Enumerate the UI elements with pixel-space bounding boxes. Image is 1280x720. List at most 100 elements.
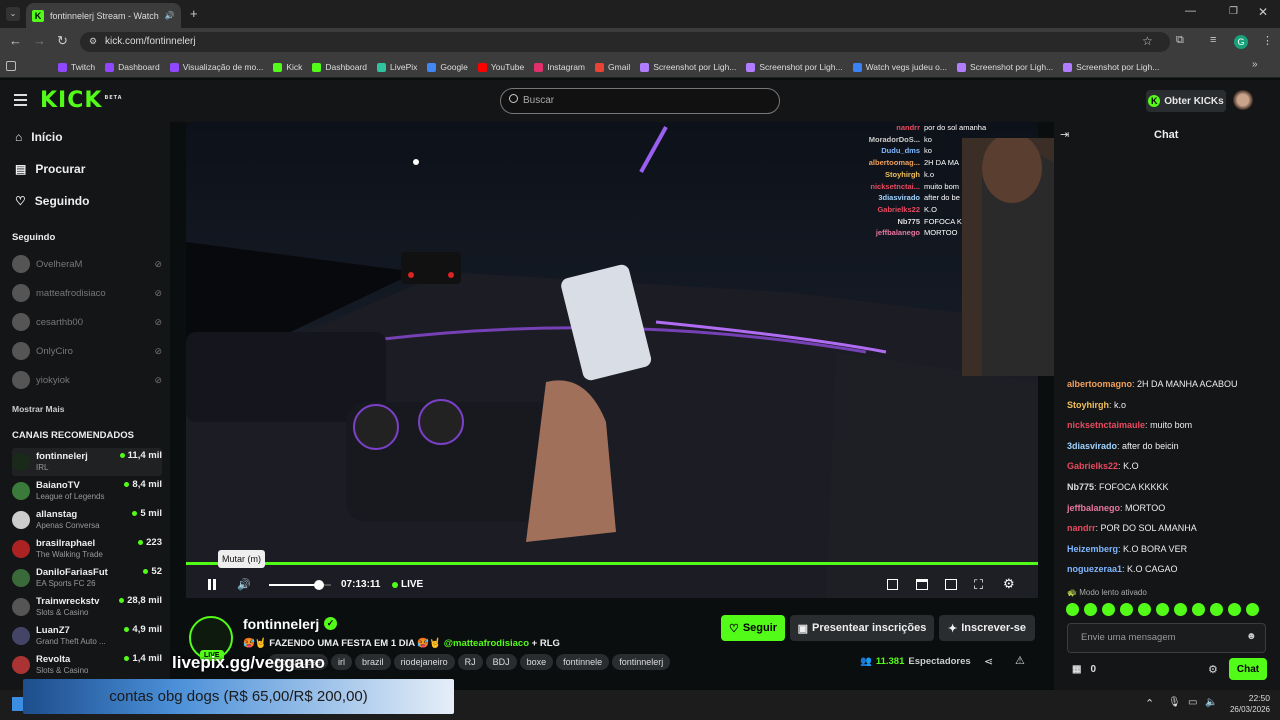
emote-icon[interactable] xyxy=(1228,603,1241,616)
bookmark-item[interactable]: Google xyxy=(427,62,468,72)
emote-icon[interactable] xyxy=(1066,603,1079,616)
date[interactable]: 26/03/2026 xyxy=(1226,705,1270,714)
speaker-icon[interactable]: 🔈 xyxy=(1205,697,1217,708)
network-icon[interactable]: ▭ xyxy=(1188,697,1197,708)
volume-icon[interactable]: 🔊 xyxy=(237,578,251,591)
settings-gear-icon[interactable]: ⚙ xyxy=(1003,576,1015,592)
show-more-link[interactable]: Mostrar Mais xyxy=(12,404,64,414)
emote-icon[interactable] xyxy=(1138,603,1151,616)
bookmark-item[interactable]: LivePix xyxy=(376,62,417,72)
following-item[interactable]: matteafrodisiaco ⊘ xyxy=(12,282,162,304)
chat-username[interactable]: Stoyhirgh xyxy=(1067,400,1109,410)
chat-username[interactable]: jeffbalanego xyxy=(1067,503,1120,513)
forward-icon[interactable]: → xyxy=(33,33,46,48)
browser-tab[interactable]: K fontinnelerj Stream - Watch 🔊 ✕ xyxy=(26,3,181,28)
obter-kicks-button[interactable]: K Obter KICKs xyxy=(1146,90,1226,112)
microphone-icon[interactable]: 🎙 xyxy=(1168,697,1181,708)
following-item[interactable]: OnlyCiro ⊘ xyxy=(12,340,162,362)
follow-button[interactable]: ♡ Seguir xyxy=(721,615,785,641)
emote-icon[interactable] xyxy=(1102,603,1115,616)
recommended-channel[interactable]: Trainwreckstv Slots & Casino 28,8 mil xyxy=(12,593,162,621)
stream-tag[interactable]: brazil xyxy=(355,654,391,670)
bookmark-item[interactable]: Screenshot por Ligh... xyxy=(957,62,1053,72)
emote-icon[interactable] xyxy=(1156,603,1169,616)
channel-name[interactable]: fontinnelerj xyxy=(243,616,319,632)
emote-icon[interactable] xyxy=(1246,603,1259,616)
tray-chevron-icon[interactable]: ⌃ xyxy=(1145,697,1154,710)
user-avatar[interactable] xyxy=(1233,90,1253,110)
browser-menu-icon[interactable]: ⋮ xyxy=(1262,34,1273,47)
clip-icon[interactable] xyxy=(945,579,957,590)
bookmark-item[interactable]: Kick xyxy=(273,62,302,72)
profile-avatar[interactable]: G xyxy=(1234,35,1248,49)
bookmark-item[interactable]: Visualização de mo... xyxy=(169,62,263,72)
bookmark-item[interactable]: Screenshot por Ligh... xyxy=(746,62,843,72)
following-item[interactable]: cesarthb00 ⊘ xyxy=(12,311,162,333)
recommended-channel[interactable]: fontinnelerj IRL 11,4 mil xyxy=(12,448,162,476)
stream-tag[interactable]: fontinnele xyxy=(556,654,610,670)
emote-icon[interactable] xyxy=(1210,603,1223,616)
bookmark-item[interactable]: Instagram xyxy=(534,62,585,72)
tab-audio-icon[interactable]: 🔊 xyxy=(165,11,175,20)
recommended-channel[interactable]: BaianoTV League of Legends 8,4 mil xyxy=(12,477,162,505)
recommended-channel[interactable]: allanstag Apenas Conversa 5 mil xyxy=(12,506,162,534)
stream-tag[interactable]: fontinnelerj xyxy=(612,654,671,670)
chat-username[interactable]: Heizemberg xyxy=(1067,544,1118,554)
pip-icon[interactable] xyxy=(916,579,928,590)
emoji-icon[interactable]: ☻ xyxy=(1246,631,1257,642)
emote-icon[interactable] xyxy=(1174,603,1187,616)
bookmark-item[interactable]: Watch vegs judeu o... xyxy=(852,62,947,72)
chat-send-button[interactable]: Chat xyxy=(1229,658,1267,680)
theater-mode-icon[interactable] xyxy=(887,579,898,590)
following-item[interactable]: OvelheraM ⊘ xyxy=(12,253,162,275)
nav-browse[interactable]: ▤ Procurar xyxy=(15,162,85,176)
volume-slider[interactable] xyxy=(269,580,331,590)
subscribe-button[interactable]: ✦ Inscrever-se xyxy=(939,615,1035,641)
recommended-channel[interactable]: LuanZ7 Grand Theft Auto ... 4,9 mil xyxy=(12,622,162,650)
chat-username[interactable]: nandrr xyxy=(1067,523,1096,533)
bookmark-item[interactable]: Dashboard xyxy=(312,62,367,72)
channel-points[interactable]: ▦ 0 xyxy=(1072,664,1096,675)
new-tab-button[interactable]: + xyxy=(190,6,198,21)
chat-settings-icon[interactable]: ⚙ xyxy=(1208,663,1218,676)
extensions-icon[interactable]: ⧉ xyxy=(1176,34,1184,47)
stream-tag[interactable]: BDJ xyxy=(485,654,517,670)
bookmark-item[interactable]: Twitch xyxy=(58,62,95,72)
bookmark-item[interactable]: YouTube xyxy=(477,62,524,72)
media-control-icon[interactable]: ≡ xyxy=(1210,34,1216,46)
bookmark-item[interactable]: Gmail xyxy=(595,62,630,72)
more-bookmarks-icon[interactable]: » xyxy=(1252,59,1258,70)
menu-icon[interactable] xyxy=(14,94,27,106)
stream-mention[interactable]: @matteafrodisiaco xyxy=(444,638,529,649)
collapse-chat-icon[interactable]: ⇥ xyxy=(1060,128,1069,141)
chat-username[interactable]: Nb775 xyxy=(1067,482,1094,492)
stream-tag[interactable]: boxe xyxy=(519,654,554,670)
bookmark-star-icon[interactable]: ☆ xyxy=(1142,34,1153,48)
search-input[interactable]: Buscar xyxy=(500,88,780,114)
bookmark-item[interactable]: Screenshot por Ligh... xyxy=(640,62,736,72)
recommended-channel[interactable]: brasilraphael The Walking Trade 223 xyxy=(12,535,162,563)
minimize-button[interactable]: — xyxy=(1185,5,1196,17)
stream-tag[interactable]: irl xyxy=(331,654,353,670)
stream-tag[interactable]: RJ xyxy=(457,654,483,670)
share-icon[interactable]: ⋖ xyxy=(984,655,993,668)
back-icon[interactable]: ← xyxy=(9,33,22,48)
following-item[interactable]: yiokyiok ⊘ xyxy=(12,369,162,391)
bookmark-item[interactable]: Screenshot por Ligh... xyxy=(1063,62,1159,72)
chat-username[interactable]: 3diasvirado xyxy=(1067,441,1117,451)
clock[interactable]: 22:50 xyxy=(1242,693,1270,703)
kick-logo[interactable]: KICK BETA xyxy=(40,88,123,113)
tab-list-button[interactable]: ⌄ xyxy=(6,7,20,21)
live-indicator[interactable]: LIVE xyxy=(392,579,423,590)
report-icon[interactable]: ⚠ xyxy=(1015,654,1025,667)
chat-username[interactable]: Gabrielks22 xyxy=(1067,461,1118,471)
pause-icon[interactable] xyxy=(208,579,211,590)
volume-knob[interactable] xyxy=(313,580,324,590)
maximize-button[interactable]: ❐ xyxy=(1229,6,1238,17)
recommended-channel[interactable]: Revolta Slots & Casino 1,4 mil xyxy=(12,651,162,679)
fullscreen-icon[interactable]: ⛶ xyxy=(974,577,983,593)
recommended-channel[interactable]: DaniloFariasFut EA Sports FC 26 52 xyxy=(12,564,162,592)
chat-username[interactable]: albertoomagno xyxy=(1067,379,1132,389)
apps-icon[interactable] xyxy=(6,61,16,71)
chat-input[interactable]: Envie uma mensagem xyxy=(1067,623,1266,653)
